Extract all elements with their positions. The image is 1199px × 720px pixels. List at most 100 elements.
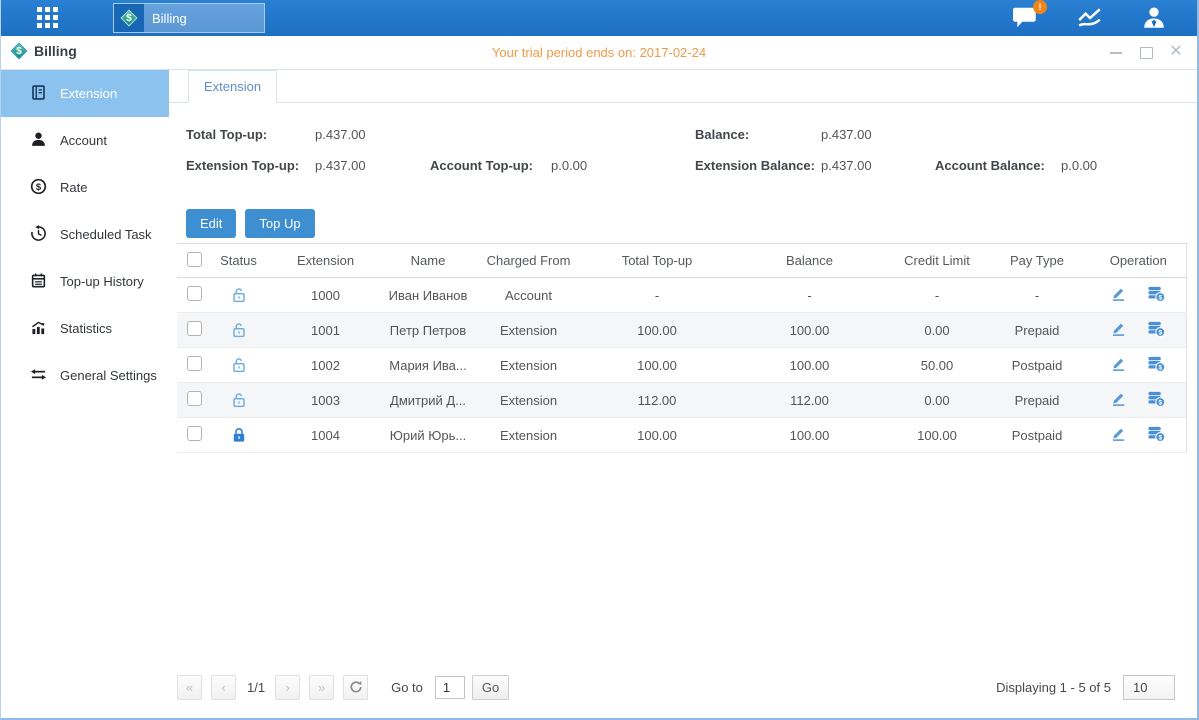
extension-name: Петр Петров xyxy=(385,313,471,348)
extension-name: Дмитрий Д... xyxy=(385,383,471,418)
sidebar-item-scheduled-task[interactable]: Scheduled Task xyxy=(1,211,169,258)
goto-label: Go to xyxy=(391,680,423,695)
balance: 100.00 xyxy=(728,418,891,453)
pay-type: - xyxy=(983,278,1091,313)
tab-bar: Extension xyxy=(169,70,1197,103)
top-up-button[interactable]: Top Up xyxy=(245,209,314,238)
extension-topup-value: p.437.00 xyxy=(315,158,366,173)
page-size-select[interactable]: 10 xyxy=(1123,675,1175,700)
lock-status-icon[interactable] xyxy=(230,391,248,406)
row-checkbox[interactable] xyxy=(187,426,202,441)
lock-status-icon[interactable] xyxy=(230,321,248,336)
sidebar-item-statistics[interactable]: Statistics xyxy=(1,305,169,352)
extension-number: 1002 xyxy=(266,348,385,383)
lock-status-icon[interactable] xyxy=(230,426,248,441)
window-title-bar: $ Billing Your trial period ends on: 201… xyxy=(1,36,1197,70)
edit-extension-icon[interactable] xyxy=(1110,285,1127,305)
page-size-value: 10 xyxy=(1133,680,1147,695)
sidebar-item-rate[interactable]: $ Rate xyxy=(1,164,169,211)
topup-extension-icon[interactable]: $ xyxy=(1147,425,1166,446)
edit-extension-icon[interactable] xyxy=(1110,320,1127,340)
table-row: 1003 Дмитрий Д... Extension 112.00 112.0… xyxy=(177,383,1186,418)
total-topup: 112.00 xyxy=(586,383,728,418)
charged-from: Account xyxy=(471,278,586,313)
sidebar: Extension Account $ Rate Scheduled Task … xyxy=(1,70,169,718)
sidebar-item-label: Account xyxy=(60,133,107,148)
sidebar-item-label: Scheduled Task xyxy=(60,227,152,242)
extension-number: 1000 xyxy=(266,278,385,313)
sidebar-item-label: Top-up History xyxy=(60,274,144,289)
rate-icon: $ xyxy=(30,178,47,198)
col-status: Status xyxy=(211,244,266,278)
row-checkbox[interactable] xyxy=(187,356,202,371)
balance-label: Balance: xyxy=(695,127,749,142)
resource-monitor-icon[interactable] xyxy=(1077,6,1103,30)
extension-name: Мария Ива... xyxy=(385,348,471,383)
topup-history-icon xyxy=(30,272,47,292)
billing-window: $ Billing ! $ Billing Your trial period … xyxy=(0,0,1199,720)
refresh-icon[interactable] xyxy=(343,675,368,700)
go-button[interactable]: Go xyxy=(472,675,509,700)
minimize-icon[interactable] xyxy=(1109,45,1123,59)
table-row: 1002 Мария Ива... Extension 100.00 100.0… xyxy=(177,348,1186,383)
user-account-icon[interactable] xyxy=(1141,6,1167,30)
svg-text:$: $ xyxy=(1159,329,1163,336)
pagination-bar: « ‹ 1/1 › » Go to Go Displaying 1 - 5 of… xyxy=(177,674,1175,700)
sidebar-item-general-settings[interactable]: General Settings xyxy=(1,352,169,399)
edit-extension-icon[interactable] xyxy=(1110,390,1127,410)
edit-extension-icon[interactable] xyxy=(1110,355,1127,375)
charged-from: Extension xyxy=(471,418,586,453)
balance: 112.00 xyxy=(728,383,891,418)
prev-page-icon[interactable]: ‹ xyxy=(211,675,236,700)
extension-name: Юрий Юрь... xyxy=(385,418,471,453)
scheduled-task-icon xyxy=(30,225,47,245)
topup-extension-icon[interactable]: $ xyxy=(1147,285,1166,306)
pay-type: Prepaid xyxy=(983,383,1091,418)
topup-extension-icon[interactable]: $ xyxy=(1147,355,1166,376)
row-checkbox[interactable] xyxy=(187,286,202,301)
total-topup: 100.00 xyxy=(586,313,728,348)
row-checkbox[interactable] xyxy=(187,321,202,336)
close-icon[interactable]: ✕ xyxy=(1169,45,1183,59)
taskbar-tab-billing[interactable]: $ Billing xyxy=(113,3,265,33)
credit-limit: 100.00 xyxy=(891,418,983,453)
col-operation: Operation xyxy=(1091,244,1186,278)
table-row: 1001 Петр Петров Extension 100.00 100.00… xyxy=(177,313,1186,348)
goto-page-input[interactable] xyxy=(435,676,465,699)
first-page-icon[interactable]: « xyxy=(177,675,202,700)
sidebar-item-label: Statistics xyxy=(60,321,112,336)
extension-number: 1001 xyxy=(266,313,385,348)
svg-text:$: $ xyxy=(1159,434,1163,441)
col-balance: Balance xyxy=(728,244,891,278)
last-page-icon[interactable]: » xyxy=(309,675,334,700)
table-row: 1004 Юрий Юрь... Extension 100.00 100.00… xyxy=(177,418,1186,453)
col-pay-type: Pay Type xyxy=(983,244,1091,278)
topup-extension-icon[interactable]: $ xyxy=(1147,320,1166,341)
total-topup-label: Total Top-up: xyxy=(186,127,267,142)
sidebar-item-account[interactable]: Account xyxy=(1,117,169,164)
sidebar-item-topup-history[interactable]: Top-up History xyxy=(1,258,169,305)
edit-button[interactable]: Edit xyxy=(186,209,236,238)
total-topup-value: p.437.00 xyxy=(315,127,366,142)
extension-topup-label: Extension Top-up: xyxy=(186,158,299,173)
messages-icon[interactable]: ! xyxy=(1013,6,1039,30)
extension-number: 1004 xyxy=(266,418,385,453)
sidebar-item-extension[interactable]: Extension xyxy=(1,70,169,117)
next-page-icon[interactable]: › xyxy=(275,675,300,700)
maximize-icon[interactable] xyxy=(1139,45,1153,59)
row-checkbox[interactable] xyxy=(187,391,202,406)
balance: - xyxy=(728,278,891,313)
billing-diamond-icon: $ xyxy=(114,4,144,32)
app-launcher-icon[interactable] xyxy=(37,7,71,29)
select-all-checkbox[interactable] xyxy=(187,252,202,267)
balance-summary: Total Top-up: p.437.00 Balance: p.437.00… xyxy=(169,119,1197,187)
balance: 100.00 xyxy=(728,348,891,383)
lock-status-icon[interactable] xyxy=(230,286,248,301)
topup-extension-icon[interactable]: $ xyxy=(1147,390,1166,411)
lock-status-icon[interactable] xyxy=(230,356,248,371)
tab-extension[interactable]: Extension xyxy=(188,70,277,103)
total-topup: 100.00 xyxy=(586,348,728,383)
edit-extension-icon[interactable] xyxy=(1110,425,1127,445)
col-extension: Extension xyxy=(266,244,385,278)
pay-type: Prepaid xyxy=(983,313,1091,348)
